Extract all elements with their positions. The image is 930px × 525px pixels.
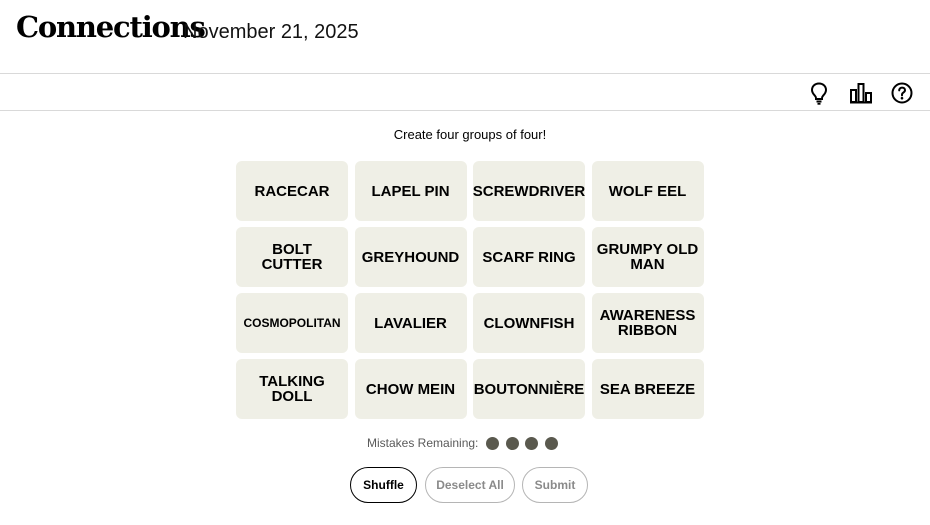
toolbar — [0, 74, 930, 111]
game-title: Connections — [16, 10, 206, 44]
mistakes-remaining: Mistakes Remaining: — [367, 435, 564, 451]
word-grid: RACECAR LAPEL PIN SCREWDRIVER WOLF EEL B… — [236, 161, 705, 419]
mistake-dot — [486, 436, 500, 450]
word-tile[interactable]: BOLT CUTTER — [236, 227, 348, 287]
mistake-dot — [505, 436, 519, 450]
word-tile[interactable]: TALKING DOLL — [236, 359, 348, 419]
word-tile[interactable]: SCARF RING — [473, 227, 585, 287]
word-tile[interactable]: SEA BREEZE — [591, 359, 704, 419]
word-tile[interactable]: AWARENESS RIBBON — [591, 293, 704, 353]
mistake-dot — [525, 436, 539, 450]
word-tile[interactable]: CLOWNFISH — [473, 293, 585, 353]
word-tile[interactable]: GRUMPY OLD MAN — [591, 227, 704, 287]
word-tile[interactable]: COSMOPOLITAN — [236, 293, 348, 353]
word-tile[interactable]: CHOW MEIN — [354, 359, 467, 419]
word-tile[interactable]: GREYHOUND — [354, 227, 467, 287]
submit-button[interactable]: Submit — [522, 467, 588, 503]
mistakes-label: Mistakes Remaining: — [367, 436, 479, 450]
stats-bar-chart-icon[interactable] — [849, 81, 873, 105]
help-question-icon[interactable] — [890, 81, 914, 105]
shuffle-button[interactable]: Shuffle — [350, 467, 417, 503]
puzzle-date: November 21, 2025 — [183, 21, 359, 43]
word-tile[interactable]: RACECAR — [236, 161, 348, 221]
word-tile[interactable]: WOLF EEL — [591, 161, 704, 221]
word-tile[interactable]: LAVALIER — [354, 293, 467, 353]
hint-bulb-icon[interactable] — [807, 81, 831, 105]
header: Connections November 21, 2025 — [0, 0, 930, 74]
word-tile[interactable]: LAPEL PIN — [354, 161, 467, 221]
word-tile[interactable]: BOUTONNIÈRE — [473, 359, 585, 419]
mistake-dot — [544, 436, 558, 450]
deselect-all-button[interactable]: Deselect All — [425, 467, 515, 503]
word-tile[interactable]: SCREWDRIVER — [473, 161, 585, 221]
instruction-text: Create four groups of four! — [393, 127, 547, 142]
